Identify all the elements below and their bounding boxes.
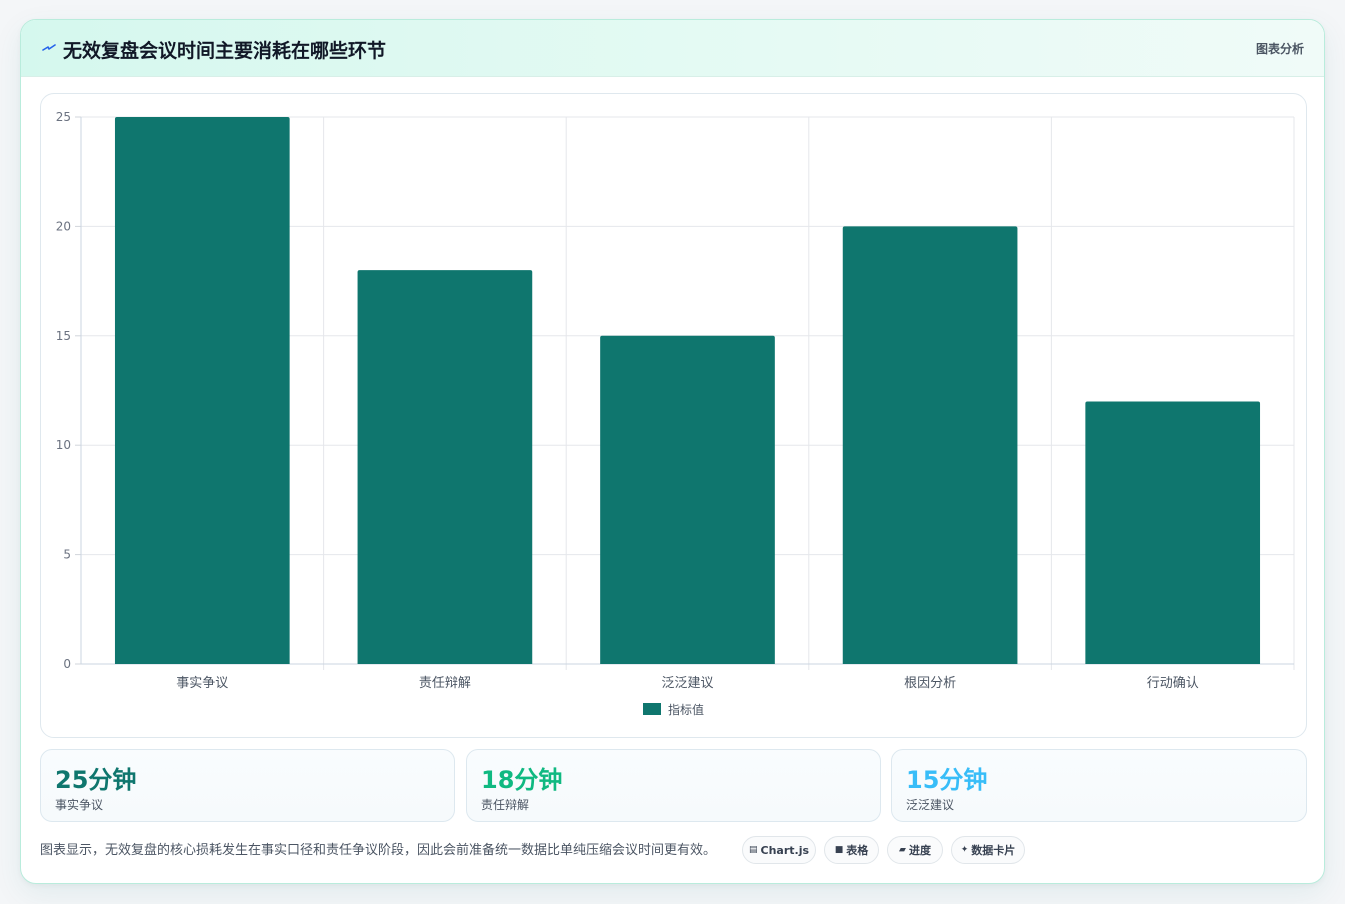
- card-header: 无效复盘会议时间主要消耗在哪些环节 图表分析: [21, 20, 1324, 77]
- x-tick-label: 泛泛建议: [661, 676, 713, 691]
- chart-summary: 图表显示，无效复盘的核心损耗发生在事实口径和责任争议阶段，因此会前准备统一数据比…: [40, 843, 717, 858]
- pill-label: 表格: [846, 844, 869, 857]
- stat-value: 15分钟: [906, 766, 988, 794]
- bar-1: [114, 117, 290, 664]
- legend-label: 指标值: [668, 702, 704, 717]
- stat-card-1: 25分钟 事实争议: [40, 749, 455, 822]
- x-tick-label: 行动确认: [1147, 676, 1199, 691]
- sparkle-icon: ✦: [960, 845, 969, 855]
- bar-3: [600, 335, 775, 664]
- y-tick-label: 25: [56, 110, 71, 124]
- bar-4: [842, 226, 1018, 664]
- pill-label: 数据卡片: [971, 844, 1016, 857]
- y-tick-label: 10: [56, 438, 71, 452]
- legend-swatch: [643, 703, 661, 715]
- x-tick-label: 根因分析: [904, 676, 956, 691]
- y-tick-label: 15: [56, 329, 71, 343]
- stat-card-3: 15分钟 泛泛建议: [891, 749, 1307, 822]
- x-tick-label: 责任辩解: [419, 676, 471, 691]
- bar-chart: 0 5 10 15 20 25 事实争议 责任辩解 泛泛建议 根因分析 行动确认指标值: [56, 110, 1295, 717]
- chart-card: 无效复盘会议时间主要消耗在哪些环节 图表分析 0 5 10 15 20 25 事实争议 责任辩…: [20, 19, 1325, 884]
- bar-5: [1085, 401, 1261, 664]
- stat-label: 事实争议: [55, 798, 104, 812]
- stat-card-2: 18分钟 责任辩解: [466, 749, 881, 822]
- pill-label: Chart.js: [760, 843, 810, 857]
- stat-label: 泛泛建议: [906, 798, 955, 812]
- stat-value: 18分钟: [481, 766, 563, 794]
- chart-panel: 0 5 10 15 20 25 事实争议 责任辩解 泛泛建议 根因分析 行动确认指标值: [40, 93, 1307, 738]
- pill-chartjs[interactable]: ▤ Chart.js: [742, 836, 816, 864]
- y-tick-label: 20: [56, 219, 71, 233]
- stat-label: 责任辩解: [481, 798, 530, 812]
- y-tick-label: 5: [63, 548, 71, 562]
- progress-icon: ▰: [899, 845, 906, 855]
- pill-progress[interactable]: ▰ 进度: [887, 836, 943, 864]
- stat-value: 25分钟: [55, 766, 137, 794]
- pill-label: 进度: [908, 844, 931, 857]
- y-tick-label: 0: [63, 657, 71, 671]
- chart-analysis-tag: 图表分析: [1255, 42, 1304, 56]
- table-icon: ■: [834, 845, 844, 855]
- x-tick-label: 事实争议: [176, 676, 228, 691]
- lightning-icon: [42, 44, 56, 51]
- pill-table[interactable]: ■ 表格: [824, 836, 879, 864]
- pill-data-card[interactable]: ✦ 数据卡片: [951, 836, 1025, 864]
- chart-icon: ▤: [748, 845, 758, 855]
- bar-2: [357, 270, 533, 664]
- page-title: 无效复盘会议时间主要消耗在哪些环节: [63, 40, 387, 62]
